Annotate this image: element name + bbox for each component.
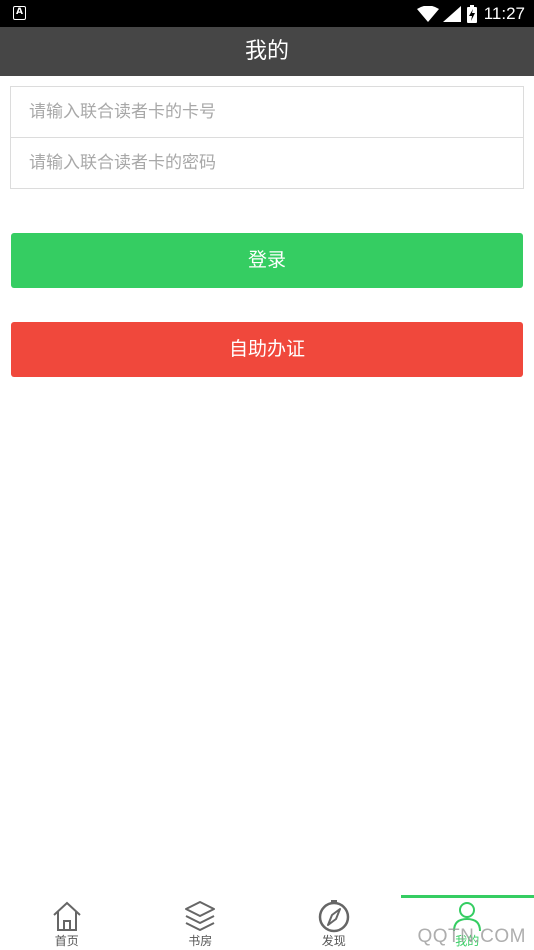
status-bar: A 11:27	[0, 0, 534, 27]
tab-study[interactable]: 书房	[134, 895, 268, 950]
app-notification-icon: A	[13, 6, 26, 20]
signal-icon	[442, 5, 461, 22]
card-number-input[interactable]	[11, 87, 523, 137]
login-button[interactable]: 登录	[11, 233, 523, 288]
layers-icon	[185, 901, 216, 931]
password-input[interactable]	[11, 138, 523, 188]
status-icons: 11:27	[416, 0, 525, 27]
tab-label: 书房	[188, 934, 213, 948]
watermark: QQTN.COM	[417, 926, 526, 947]
home-icon	[53, 901, 81, 931]
login-form	[10, 86, 524, 189]
page-title: 我的	[0, 27, 534, 76]
self-register-button[interactable]: 自助办证	[11, 322, 523, 377]
battery-icon	[466, 4, 477, 23]
tab-label: 首页	[54, 934, 79, 948]
wifi-icon	[416, 5, 439, 22]
clock: 11:27	[483, 3, 525, 23]
tab-discover[interactable]: 发现	[267, 895, 401, 950]
compass-icon	[318, 900, 349, 933]
tab-home[interactable]: 首页	[0, 895, 134, 950]
tab-label: 发现	[321, 934, 346, 948]
